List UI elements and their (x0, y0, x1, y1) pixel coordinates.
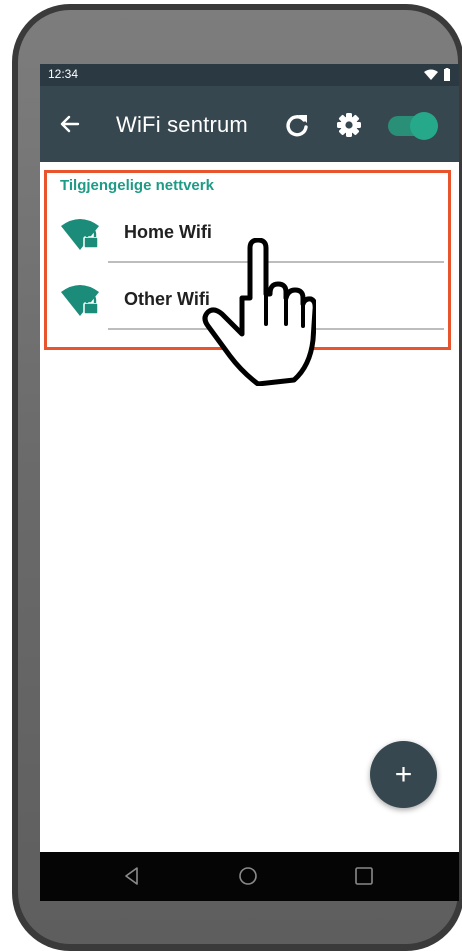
fab-label: + (394, 757, 413, 791)
back-button[interactable] (54, 108, 86, 140)
settings-button[interactable] (334, 110, 364, 140)
status-time: 12:34 (48, 67, 79, 81)
hand-pointer-icon (202, 238, 316, 386)
device-screen: 12:34 WiFi sentrum Tilgjengelige nettver… (40, 64, 459, 901)
refresh-button[interactable] (282, 110, 312, 140)
back-arrow-icon (60, 115, 80, 133)
nav-recents-icon[interactable] (352, 864, 376, 888)
toggle-thumb (410, 112, 438, 140)
battery-icon (444, 68, 450, 81)
page-title: WiFi sentrum (116, 112, 248, 137)
nav-home-icon[interactable] (236, 864, 260, 888)
settings-gear-icon (337, 113, 361, 137)
app-bar: WiFi sentrum (40, 86, 459, 162)
nav-back-icon[interactable] (120, 864, 144, 888)
add-network-button[interactable]: + (370, 741, 437, 808)
status-icons (424, 68, 451, 81)
wifi-signal-icon (424, 69, 438, 80)
refresh-icon (286, 115, 308, 137)
status-bar: 12:34 (40, 64, 459, 86)
system-nav-bar (40, 852, 459, 901)
wifi-toggle[interactable] (386, 112, 438, 140)
